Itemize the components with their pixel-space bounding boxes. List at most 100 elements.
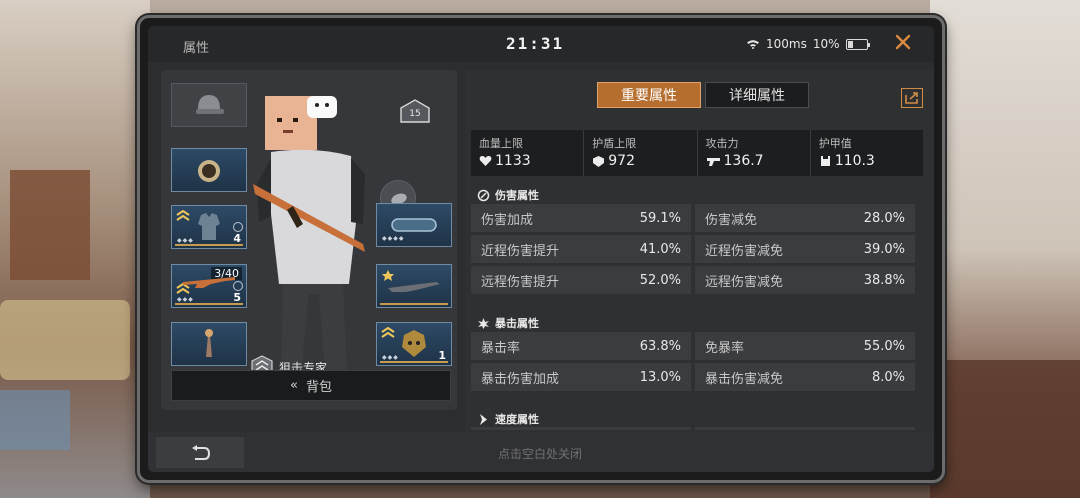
stat-armor: 护甲值 110.3 xyxy=(811,130,923,176)
attr-name: 伤害减免 xyxy=(705,212,758,228)
top-bar: 属性 21:31 100ms 10% xyxy=(148,26,934,62)
battery-text: 10% xyxy=(812,37,840,51)
slot-armor[interactable]: ◆◆◆ 4 xyxy=(171,205,247,249)
table-row: 暴击伤害加成 13.0% 暴击伤害减免 8.0% xyxy=(471,363,915,391)
attr-value: 8.0% xyxy=(871,369,905,385)
close-icon xyxy=(895,34,911,50)
attr-value: 52.0% xyxy=(639,272,681,288)
damage-icon xyxy=(477,189,490,201)
attr-cell: 远程伤害提升 52.0% xyxy=(471,266,691,294)
attr-cell: 暴击伤害加成 13.0% xyxy=(471,363,691,391)
rarity-dots: ◆◆◆ xyxy=(177,296,194,303)
cap-icon xyxy=(196,95,224,114)
divider xyxy=(471,427,691,430)
attr-cell: 暴击伤害减免 8.0% xyxy=(695,363,915,391)
heart-icon xyxy=(479,155,492,166)
stat-value: 972 xyxy=(608,153,635,169)
attr-value: 59.1% xyxy=(639,210,681,226)
close-button[interactable] xyxy=(890,32,916,58)
durability-bar xyxy=(175,303,243,305)
stat-label: 护甲值 xyxy=(818,137,852,150)
slot-secondary-weapon[interactable] xyxy=(376,264,452,308)
rarity-dots: ◆◆◆◆ xyxy=(382,235,405,242)
attributes-panel: 重要属性 详细属性 血量上限 1133 护盾上限 972 攻击力 136.7 护… xyxy=(465,70,934,442)
armor-icon xyxy=(820,156,830,166)
attr-cell: 远程伤害减免 38.8% xyxy=(695,266,915,294)
slot-helmet[interactable] xyxy=(171,83,247,127)
upgrade-indicator-icon xyxy=(233,222,243,232)
clock: 21:31 xyxy=(506,34,565,53)
attr-cell: 伤害减免 28.0% xyxy=(695,204,915,232)
attr-value: 55.0% xyxy=(863,338,905,354)
durability-bar xyxy=(380,361,448,363)
slot-melee[interactable] xyxy=(171,322,247,366)
slot-headgear[interactable] xyxy=(171,148,247,192)
equipment-panel: ◆◆◆ 4 3/40 ◆◆◆ 5 15 ◆◆◆◆ ◆◆◆ 1 狙击专家 « 背包 xyxy=(161,70,457,410)
attr-name: 远程伤害减免 xyxy=(705,274,784,290)
level-number: 15 xyxy=(409,109,421,119)
attr-value: 13.0% xyxy=(639,369,681,385)
attr-name: 伤害加成 xyxy=(481,212,534,228)
durability-bar xyxy=(175,244,243,246)
background-left xyxy=(0,0,150,498)
window-title: 属性 xyxy=(183,41,210,56)
attr-name: 暴击伤害减免 xyxy=(705,371,784,387)
tab-detailed-attributes[interactable]: 详细属性 xyxy=(705,82,809,108)
rarity-dots: ◆◆◆ xyxy=(177,237,194,244)
background-shelf xyxy=(10,170,90,280)
upgrade-indicator-icon xyxy=(233,281,243,291)
background-cushion xyxy=(0,300,130,380)
section-damage-title: 伤害属性 xyxy=(477,187,539,203)
attributes-screen: 属性 21:31 100ms 10% ◆◆◆ 4 3/40 ◆◆◆ 5 15 ◆… xyxy=(148,26,934,472)
stat-value: 136.7 xyxy=(723,153,764,169)
slot-companion[interactable]: ◆◆◆ 1 xyxy=(376,322,452,366)
backpack-button[interactable]: « 背包 xyxy=(171,370,451,401)
rifle-icon xyxy=(388,282,440,292)
attr-cell: 免暴率 55.0% xyxy=(695,332,915,360)
table-row: 近程伤害提升 41.0% 近程伤害减免 39.0% xyxy=(471,235,915,263)
section-speed-title: 速度属性 xyxy=(477,411,539,427)
battery-icon xyxy=(845,38,870,50)
attr-name: 暴击伤害加成 xyxy=(481,371,560,387)
stat-label: 攻击力 xyxy=(705,137,739,150)
table-row: 远程伤害提升 52.0% 远程伤害减免 38.8% xyxy=(471,266,915,294)
rarity-dots: ◆◆◆ xyxy=(382,354,399,361)
stat-max-shield: 护盾上限 972 xyxy=(584,130,698,176)
section-title-text: 速度属性 xyxy=(495,413,539,426)
bottom-bar[interactable]: 点击空白处关闭 xyxy=(148,432,934,472)
background-pad xyxy=(0,390,70,450)
attr-cell: 近程伤害减免 39.0% xyxy=(695,235,915,263)
rank-chevron-icon xyxy=(381,327,395,338)
table-row: 暴击率 63.8% 免暴率 55.0% xyxy=(471,332,915,360)
background-right xyxy=(930,0,1080,498)
stat-label: 血量上限 xyxy=(479,137,523,150)
attr-value: 63.8% xyxy=(639,338,681,354)
crit-burst-icon xyxy=(478,317,489,329)
stat-max-hp: 血量上限 1133 xyxy=(471,130,585,176)
tab-important-attributes[interactable]: 重要属性 xyxy=(597,82,701,108)
level-badge: 15 xyxy=(398,98,432,124)
summary-stats: 血量上限 1133 护盾上限 972 攻击力 136.7 护甲值 110.3 xyxy=(471,130,923,176)
attr-name: 暴击率 xyxy=(481,340,521,356)
attr-name: 远程伤害提升 xyxy=(481,274,560,290)
attr-name: 近程伤害减免 xyxy=(705,243,784,259)
back-arrow-icon xyxy=(192,444,211,460)
table-row: 伤害加成 59.1% 伤害减免 28.0% xyxy=(471,204,915,232)
back-button[interactable] xyxy=(156,437,244,468)
divider xyxy=(695,427,915,430)
damage-grid: 伤害加成 59.1% 伤害减免 28.0% 近程伤害提升 41.0% 近程伤害减免 39… xyxy=(471,204,915,297)
bracer-icon xyxy=(391,218,437,232)
attr-value: 41.0% xyxy=(639,241,681,257)
attribute-tabs: 重要属性 详细属性 xyxy=(597,82,809,108)
share-icon xyxy=(905,92,918,104)
gun-icon xyxy=(706,158,720,166)
slot-primary-weapon[interactable]: 3/40 ◆◆◆ 5 xyxy=(171,264,247,308)
share-button[interactable] xyxy=(901,88,923,108)
close-hint: 点击空白处关闭 xyxy=(498,447,583,461)
armor-vest-icon xyxy=(198,213,220,240)
durability-bar xyxy=(380,303,448,305)
background-table xyxy=(930,360,1080,498)
shield-icon xyxy=(593,155,605,167)
companion-mask-icon xyxy=(402,330,426,357)
slot-accessory[interactable]: ◆◆◆◆ xyxy=(376,203,452,247)
